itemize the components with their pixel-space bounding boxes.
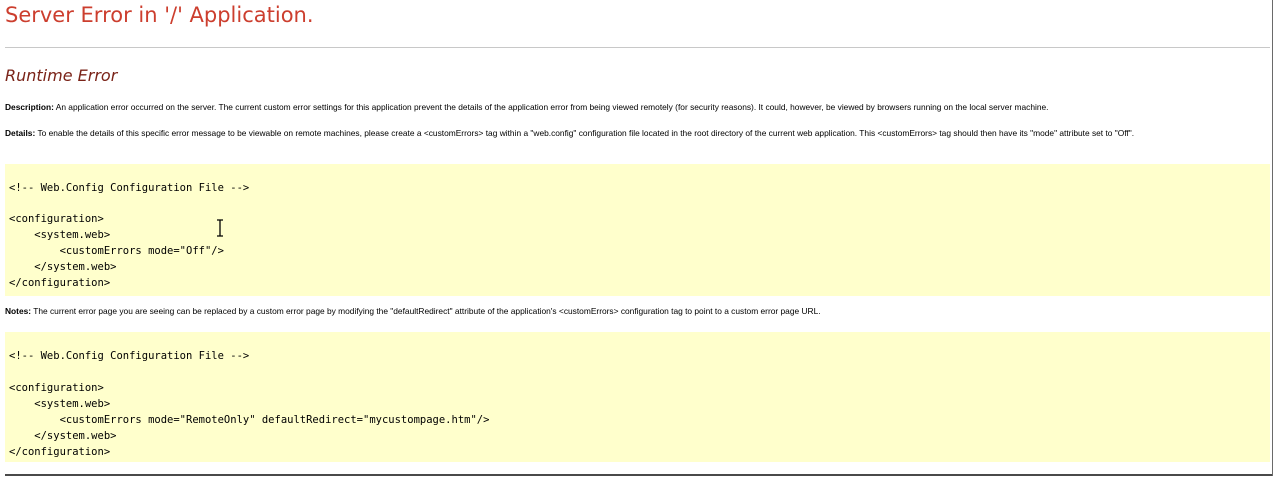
notes-paragraph: Notes: The current error page you are se…	[5, 307, 1270, 316]
details-label: Details:	[5, 128, 36, 138]
code-block-remote-only: <!-- Web.Config Configuration File --> <…	[5, 332, 1270, 462]
code-line: </system.web>	[9, 430, 117, 442]
window-edge	[1272, 0, 1273, 476]
description-paragraph: Description: An application error occurr…	[5, 103, 1270, 112]
code-line: <system.web>	[9, 229, 111, 241]
notes-label: Notes:	[5, 306, 32, 316]
code-line: <configuration>	[9, 382, 104, 394]
error-type-heading: Runtime Error	[5, 66, 118, 85]
error-page: Server Error in '/' Application. Runtime…	[0, 0, 1275, 477]
code-line: </configuration>	[9, 277, 111, 289]
code-line: <configuration>	[9, 213, 104, 225]
page-title: Server Error in '/' Application.	[5, 3, 314, 27]
code-block-off: <!-- Web.Config Configuration File --> <…	[5, 164, 1270, 296]
text-cursor-icon	[217, 219, 223, 237]
code-line: <system.web>	[9, 398, 111, 410]
code-line: </configuration>	[9, 446, 111, 458]
code-line: <customErrors mode="RemoteOnly" defaultR…	[9, 414, 490, 426]
code-line: <!-- Web.Config Configuration File -->	[9, 182, 250, 194]
code-line: <!-- Web.Config Configuration File -->	[9, 350, 250, 362]
title-divider	[5, 47, 1270, 48]
notes-text: The current error page you are seeing ca…	[31, 306, 821, 316]
details-text: To enable the details of this specific e…	[35, 128, 1135, 138]
description-text: An application error occurred on the ser…	[53, 102, 1049, 112]
bottom-divider	[5, 474, 1273, 476]
description-label: Description:	[5, 102, 54, 112]
details-paragraph: Details: To enable the details of this s…	[5, 129, 1270, 138]
code-line: </system.web>	[9, 261, 117, 273]
code-line: <customErrors mode="Off"/>	[9, 245, 224, 257]
